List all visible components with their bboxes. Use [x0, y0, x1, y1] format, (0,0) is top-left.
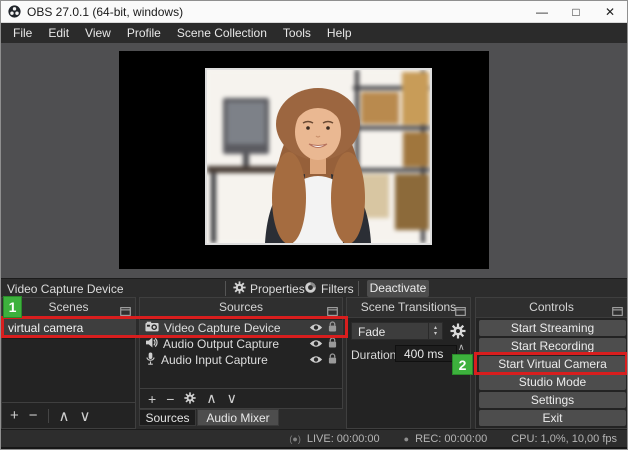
sources-title: Sources: [219, 300, 263, 314]
menu-help[interactable]: Help: [319, 23, 360, 43]
filters-button[interactable]: Filters: [304, 281, 354, 297]
step-2-badge: 2: [452, 354, 473, 375]
remove-scene-button[interactable]: −: [29, 407, 38, 424]
studio-mode-button[interactable]: Studio Mode: [479, 374, 626, 390]
speaker-icon: [145, 337, 158, 351]
source-row-audio-output[interactable]: Audio Output Capture: [140, 336, 342, 352]
tab-sources[interactable]: Sources: [139, 409, 196, 426]
rec-status: REC: 00:00:00: [415, 433, 487, 445]
sources-panel-toolbar: + − ∧ ∨: [140, 388, 342, 408]
title-bar: OBS 27.0.1 (64-bit, windows) — □ ✕: [1, 1, 627, 23]
remove-source-button[interactable]: −: [166, 391, 174, 407]
obs-window: OBS 27.0.1 (64-bit, windows) — □ ✕ File …: [0, 0, 628, 450]
menu-bar: File Edit View Profile Scene Collection …: [1, 23, 627, 43]
cpu-status: CPU: 1,0%, 10,00 fps: [511, 433, 617, 445]
controls-title: Controls: [529, 300, 574, 314]
filters-icon: [304, 281, 317, 297]
menu-edit[interactable]: Edit: [40, 23, 77, 43]
spin-down-icon: ▾: [434, 331, 437, 337]
menu-profile[interactable]: Profile: [119, 23, 169, 43]
transition-selected-value: Fade: [358, 325, 385, 339]
properties-label: Properties: [250, 282, 305, 296]
scene-transitions-header: Scene Transitions: [347, 298, 470, 318]
sources-header: Sources: [140, 298, 342, 318]
scenes-panel-toolbar: + − ∧ ∨: [2, 402, 135, 428]
transition-select[interactable]: Fade ▴ ▾: [351, 322, 443, 340]
source-toolbar: Video Capture Device Properties: [1, 278, 627, 297]
duration-input[interactable]: 400 ms: [395, 345, 457, 362]
highlight-rect-start-virtual-camera: [474, 352, 628, 375]
toolbar-divider: [48, 409, 49, 423]
preview-area: [1, 43, 627, 278]
obs-logo-icon: [8, 5, 21, 18]
menu-view[interactable]: View: [77, 23, 119, 43]
scene-transitions-title: Scene Transitions: [361, 300, 456, 314]
source-label: Audio Output Capture: [163, 337, 304, 351]
live-status: LIVE: 00:00:00: [307, 433, 380, 445]
scenes-title: Scenes: [48, 300, 88, 314]
lock-icon[interactable]: [328, 353, 337, 367]
rec-dot-icon: ●: [404, 434, 409, 444]
step-1-badge: 1: [3, 296, 22, 318]
dock-panel-icon: [612, 303, 623, 321]
status-bar: (●) LIVE: 00:00:00 ● REC: 00:00:00 CPU: …: [1, 429, 627, 447]
eye-icon[interactable]: [309, 353, 323, 367]
toolbar-divider: [358, 281, 359, 296]
webcam-photo: [205, 68, 432, 245]
source-properties-gear-icon[interactable]: [184, 390, 196, 407]
exit-button[interactable]: Exit: [479, 410, 626, 426]
eye-icon[interactable]: [309, 337, 323, 351]
window-title: OBS 27.0.1 (64-bit, windows): [27, 5, 183, 19]
lock-icon[interactable]: [328, 337, 337, 351]
close-button[interactable]: ✕: [593, 1, 627, 23]
move-source-down-button[interactable]: ∨: [227, 390, 237, 407]
tab-audio-mixer[interactable]: Audio Mixer: [197, 409, 279, 426]
move-source-up-button[interactable]: ∧: [206, 390, 216, 407]
menu-scene-collection[interactable]: Scene Collection: [169, 23, 275, 43]
preview-canvas[interactable]: [119, 51, 489, 269]
highlight-rect-video-capture: [1, 316, 348, 338]
start-streaming-button[interactable]: Start Streaming: [479, 320, 626, 336]
move-scene-down-button[interactable]: ∨: [80, 407, 91, 425]
move-scene-up-button[interactable]: ∧: [59, 407, 70, 425]
duration-label: Duration: [351, 348, 396, 362]
transition-gear-icon[interactable]: [450, 323, 466, 344]
properties-button[interactable]: Properties: [233, 281, 305, 297]
minimize-button[interactable]: —: [525, 1, 559, 23]
filters-label: Filters: [321, 282, 354, 296]
live-broadcast-icon: (●): [289, 434, 300, 444]
settings-button[interactable]: Settings: [479, 392, 626, 408]
spin-up-icon: ∧: [458, 342, 465, 352]
microphone-icon: [145, 352, 156, 368]
controls-header: Controls: [476, 298, 627, 318]
combo-spinner[interactable]: ▴ ▾: [428, 323, 442, 339]
deactivate-button[interactable]: Deactivate: [367, 280, 429, 297]
dock-panel-icon: [455, 303, 466, 321]
add-scene-button[interactable]: +: [10, 407, 19, 424]
gear-icon: [233, 281, 246, 297]
maximize-button[interactable]: □: [559, 1, 593, 23]
sources-panel: Sources: [139, 297, 343, 409]
add-source-button[interactable]: +: [148, 391, 156, 407]
menu-file[interactable]: File: [5, 23, 40, 43]
toolbar-divider: [225, 281, 226, 296]
selected-source-label: Video Capture Device: [7, 282, 124, 296]
menu-tools[interactable]: Tools: [275, 23, 319, 43]
source-label: Audio Input Capture: [161, 353, 304, 367]
source-row-audio-input[interactable]: Audio Input Capture: [140, 352, 342, 368]
